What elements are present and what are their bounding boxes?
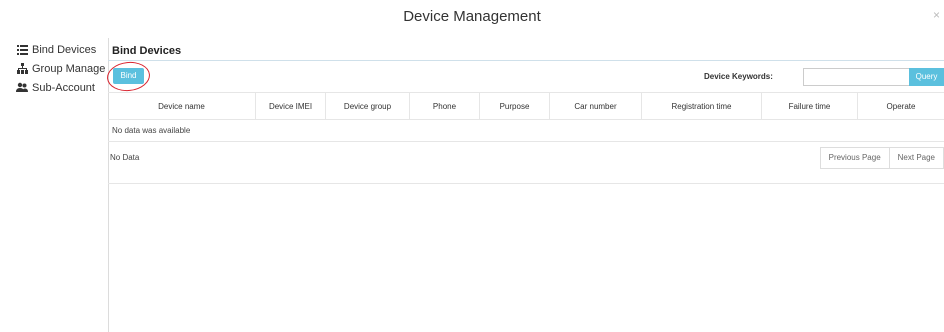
section-title: Bind Devices	[112, 45, 182, 57]
column-header[interactable]: Device name	[108, 93, 256, 119]
sidebar-item-label: Group Manage	[32, 62, 106, 75]
empty-message: No data was available	[108, 120, 944, 142]
users-icon	[16, 82, 28, 94]
keywords-label: Device Keywords:	[704, 72, 773, 81]
sitemap-icon	[16, 63, 28, 75]
column-header[interactable]: Car number	[550, 93, 642, 119]
pager: Previous Page Next Page	[819, 147, 944, 169]
column-header[interactable]: Device group	[326, 93, 410, 119]
column-header[interactable]: Failure time	[762, 93, 858, 119]
sidebar-item-label: Bind Devices	[32, 43, 97, 56]
sidebar-item-label: Sub-Account	[32, 81, 95, 94]
sidebar-item-group-manage[interactable]: Group Manage	[16, 59, 110, 78]
no-data-label: No Data	[110, 153, 140, 162]
bind-button[interactable]: Bind	[113, 68, 144, 84]
section-divider	[108, 60, 944, 61]
sidebar-item-bind-devices[interactable]: Bind Devices	[16, 40, 110, 59]
main-panel: Bind Devices Bind Device Keywords: Query…	[105, 38, 944, 332]
column-header[interactable]: Operate	[858, 93, 944, 119]
devices-table: Device name Device IMEI Device group Pho…	[108, 92, 944, 142]
close-icon[interactable]: ×	[933, 8, 940, 22]
table-header: Device name Device IMEI Device group Pho…	[108, 92, 944, 120]
next-page-button[interactable]: Next Page	[889, 147, 944, 169]
keywords-input[interactable]	[803, 68, 910, 86]
column-header[interactable]: Device IMEI	[256, 93, 326, 119]
column-header[interactable]: Phone	[410, 93, 480, 119]
column-header[interactable]: Purpose	[480, 93, 550, 119]
list-icon	[16, 44, 28, 56]
sidebar-item-sub-account[interactable]: Sub-Account	[16, 78, 110, 97]
modal-title: Device Management	[403, 8, 541, 25]
previous-page-button[interactable]: Previous Page	[819, 147, 890, 169]
column-header[interactable]: Registration time	[642, 93, 762, 119]
query-button[interactable]: Query	[909, 68, 944, 86]
sidebar: Bind Devices Group Manage Sub-Account	[16, 40, 110, 97]
table-footer: No Data Previous Page Next Page	[108, 143, 944, 184]
